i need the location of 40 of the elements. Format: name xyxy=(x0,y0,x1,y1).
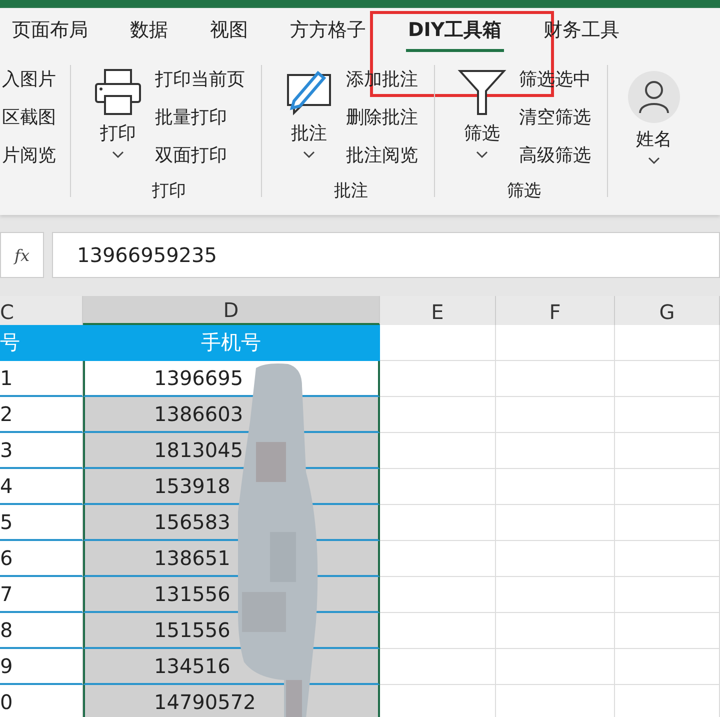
caret-icon xyxy=(303,151,315,159)
group-label: 批注 xyxy=(333,180,369,202)
table-header-cell: 手机号 xyxy=(83,325,380,361)
table-header-cell: 号 xyxy=(0,325,83,361)
ribbon-tab[interactable]: 页面布局 xyxy=(10,11,90,52)
user-avatar-icon xyxy=(628,71,680,123)
name-button[interactable]: 姓名 xyxy=(628,65,680,165)
ribbon-command[interactable]: 入图片 xyxy=(2,65,70,95)
ribbon-command[interactable]: 片阅览 xyxy=(2,141,70,171)
table-cell: 14790572 xyxy=(83,685,380,717)
column-header[interactable]: C xyxy=(0,296,83,325)
ribbon-command[interactable]: 删除批注 xyxy=(346,103,418,133)
caret-icon xyxy=(112,151,124,159)
ribbon-command[interactable]: 清空筛选 xyxy=(519,103,591,133)
ribbon-big-button[interactable]: 批注 xyxy=(284,61,334,179)
caret-icon xyxy=(476,151,488,159)
column-header[interactable]: E xyxy=(380,296,496,325)
ribbon-tab[interactable]: 方方格子 xyxy=(288,11,368,52)
ribbon-tab[interactable]: DIY工具箱 xyxy=(406,11,504,52)
table-cell: 1 xyxy=(0,361,83,397)
formula-input[interactable]: 13966959235 xyxy=(52,232,720,278)
printer-icon xyxy=(93,67,143,117)
ribbon-command[interactable]: 区截图 xyxy=(2,103,70,133)
column-header[interactable]: G xyxy=(615,296,720,325)
function-button[interactable]: fx xyxy=(0,232,44,278)
funnel-icon xyxy=(457,67,507,117)
ribbon-command[interactable]: 双面打印 xyxy=(155,141,245,171)
ribbon-command[interactable]: 批注阅览 xyxy=(346,141,418,171)
column-header[interactable]: F xyxy=(496,296,615,325)
caret-icon xyxy=(648,157,660,165)
group-label: 筛选 xyxy=(506,180,542,202)
column-header[interactable]: D xyxy=(83,296,380,325)
group-label: 打印 xyxy=(151,180,187,202)
ribbon-command[interactable]: 高级筛选 xyxy=(519,141,591,171)
ribbon-command[interactable]: 批量打印 xyxy=(155,103,245,133)
ribbon-tab[interactable]: 视图 xyxy=(208,11,250,52)
ribbon-big-button[interactable]: 筛选 xyxy=(457,61,507,179)
ribbon-big-button[interactable]: 打印 xyxy=(93,61,143,179)
ribbon-command[interactable]: 打印当前页 xyxy=(155,65,245,95)
ribbon-tab[interactable]: 数据 xyxy=(128,11,170,52)
